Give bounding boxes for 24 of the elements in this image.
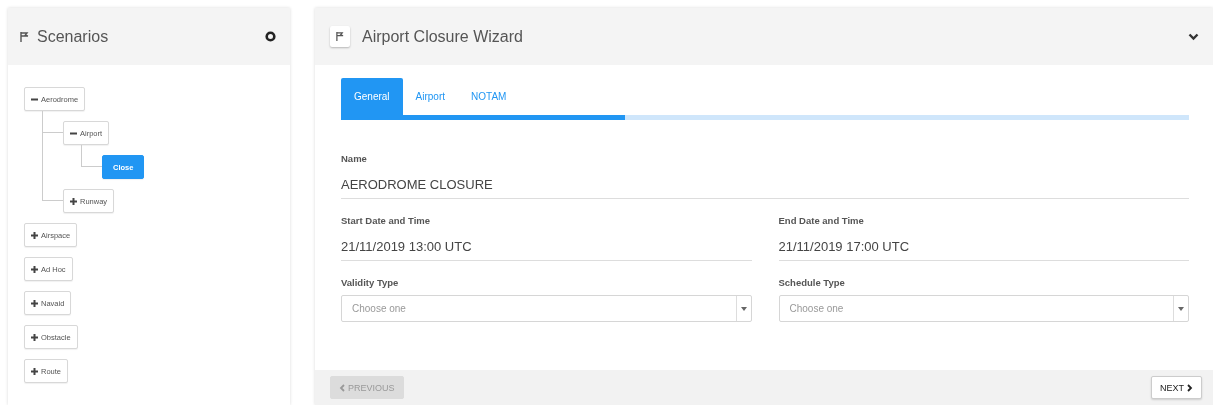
field-label: Schedule Type <box>778 277 846 288</box>
chevron-down-icon[interactable] <box>1188 32 1199 41</box>
plus-icon <box>31 333 38 341</box>
field-label: End Date and Time <box>778 215 865 226</box>
settings-icon[interactable] <box>265 31 276 42</box>
plus-icon <box>70 197 77 205</box>
select-field[interactable]: Choose one <box>341 295 752 322</box>
select-field[interactable]: Choose one <box>778 295 1189 322</box>
field-label: Validity Type <box>341 277 400 288</box>
panel-title: Airport Closure Wizard <box>362 27 524 46</box>
chevron-right-icon <box>1187 383 1193 392</box>
next-button[interactable]: NEXT <box>1151 376 1202 399</box>
plus-icon <box>31 367 38 375</box>
panel-title: Scenarios <box>37 27 110 46</box>
flag-icon <box>20 31 29 42</box>
field-label: Name <box>341 153 368 164</box>
caret-icon <box>740 306 747 311</box>
plus-icon <box>31 231 38 239</box>
caret-icon <box>1178 306 1184 311</box>
plus-icon <box>31 299 38 307</box>
plus-icon <box>31 265 38 273</box>
field-label: Start Date and Time <box>341 215 432 226</box>
flag-icon <box>330 26 350 47</box>
chevron-left-icon <box>339 383 345 392</box>
